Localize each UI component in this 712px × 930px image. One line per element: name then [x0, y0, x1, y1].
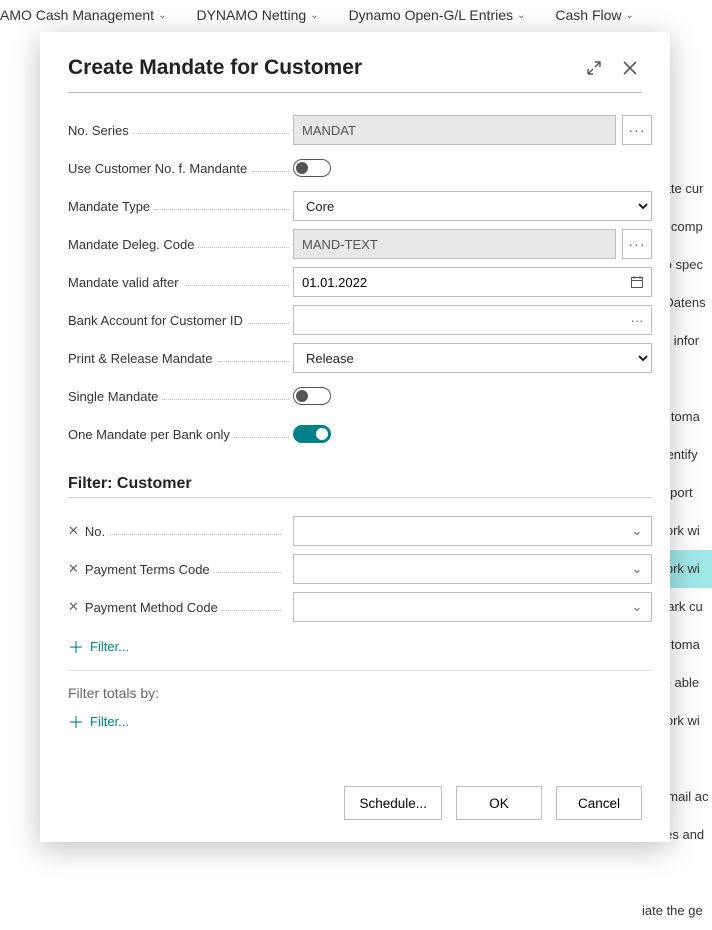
- field-deleg-code: Mandate Deleg. Code ···: [68, 225, 652, 263]
- chevron-down-icon: ⌄: [310, 10, 318, 21]
- filter-payment-terms-input[interactable]: [294, 555, 623, 583]
- label: Single Mandate: [68, 389, 162, 404]
- schedule-button[interactable]: Schedule...: [344, 786, 442, 820]
- field-bank-account: Bank Account for Customer ID ···: [68, 301, 652, 339]
- field-mandate-type: Mandate Type Core: [68, 187, 652, 225]
- field-use-customer-no: Use Customer No. f. Mandante: [68, 149, 652, 187]
- divider: [68, 670, 652, 671]
- label: Mandate Type: [68, 199, 154, 214]
- chevron-down-icon: ⌄: [158, 10, 166, 21]
- nav-label: Cash Flow: [555, 7, 621, 23]
- create-mandate-modal: Create Mandate for Customer No. Series ·…: [40, 32, 670, 842]
- plus-icon: ＋: [68, 709, 84, 733]
- field-no-series: No. Series ···: [68, 111, 652, 149]
- plus-icon: ＋: [68, 634, 84, 658]
- chevron-down-icon: ⌄: [517, 10, 525, 21]
- label: Payment Method Code: [85, 600, 222, 615]
- modal-body: No. Series ··· Use Customer No. f. Manda…: [40, 93, 670, 770]
- print-release-select[interactable]: Release: [293, 343, 652, 373]
- field-one-per-bank: One Mandate per Bank only: [68, 415, 652, 453]
- chevron-down-icon[interactable]: ⌄: [623, 517, 651, 545]
- bank-account-input[interactable]: [294, 306, 623, 334]
- cancel-button[interactable]: Cancel: [556, 786, 642, 820]
- filter-totals-label: Filter totals by:: [68, 685, 652, 701]
- filter-section-header: Filter: Customer: [68, 475, 652, 498]
- field-single-mandate: Single Mandate: [68, 377, 652, 415]
- modal-title: Create Mandate for Customer: [68, 56, 570, 80]
- label: Mandate valid after: [68, 275, 183, 290]
- use-customer-no-toggle[interactable]: [293, 159, 331, 177]
- nav-item-cash-management[interactable]: AMO Cash Management ⌄: [0, 6, 166, 24]
- chevron-down-icon[interactable]: ⌄: [623, 593, 651, 621]
- modal-footer: Schedule... OK Cancel: [40, 770, 670, 842]
- modal-header: Create Mandate for Customer: [40, 32, 670, 92]
- nav-item-cash-flow[interactable]: Cash Flow ⌄: [555, 6, 634, 24]
- label: Print & Release Mandate: [68, 351, 217, 366]
- single-mandate-toggle[interactable]: [293, 387, 331, 405]
- remove-filter-icon[interactable]: ✕: [68, 561, 79, 577]
- label: No.: [85, 524, 109, 539]
- background-nav: AMO Cash Management ⌄ DYNAMO Netting ⌄ D…: [0, 0, 712, 30]
- add-filter-label: Filter...: [90, 714, 129, 729]
- no-series-input[interactable]: [293, 115, 616, 145]
- label: Payment Terms Code: [85, 562, 214, 577]
- remove-filter-icon[interactable]: ✕: [68, 523, 79, 539]
- add-filter-label: Filter...: [90, 639, 129, 654]
- nav-label: DYNAMO Netting: [196, 7, 306, 23]
- expand-icon[interactable]: [582, 56, 606, 80]
- valid-after-input[interactable]: [294, 268, 623, 296]
- lookup-button[interactable]: ···: [622, 229, 652, 259]
- filter-no-input[interactable]: [294, 517, 623, 545]
- field-print-release: Print & Release Mandate Release: [68, 339, 652, 377]
- add-filter-link[interactable]: ＋ Filter...: [68, 634, 652, 658]
- chevron-down-icon[interactable]: ⌄: [623, 555, 651, 583]
- label: Mandate Deleg. Code: [68, 237, 198, 252]
- label: One Mandate per Bank only: [68, 427, 234, 442]
- mandate-type-select[interactable]: Core: [293, 191, 652, 221]
- label: Use Customer No. f. Mandante: [68, 161, 251, 176]
- nav-label: AMO Cash Management: [0, 7, 154, 23]
- add-totals-filter-link[interactable]: ＋ Filter...: [68, 709, 652, 733]
- ok-button[interactable]: OK: [456, 786, 542, 820]
- filter-payment-terms: ✕ Payment Terms Code ⌄: [68, 550, 652, 588]
- remove-filter-icon[interactable]: ✕: [68, 599, 79, 615]
- deleg-code-input[interactable]: [293, 229, 616, 259]
- filter-payment-method-input[interactable]: [294, 593, 623, 621]
- chevron-down-icon: ⌄: [626, 10, 634, 21]
- filter-no: ✕ No. ⌄: [68, 512, 652, 550]
- nav-item-netting[interactable]: DYNAMO Netting ⌄: [196, 6, 318, 24]
- one-per-bank-toggle[interactable]: [293, 425, 331, 443]
- filter-payment-method: ✕ Payment Method Code ⌄: [68, 588, 652, 626]
- label: No. Series: [68, 123, 133, 138]
- lookup-button[interactable]: ···: [622, 115, 652, 145]
- label: Bank Account for Customer ID: [68, 313, 247, 328]
- nav-item-open-gl[interactable]: Dynamo Open-G/L Entries ⌄: [349, 6, 526, 24]
- nav-label: Dynamo Open-G/L Entries: [349, 7, 513, 23]
- field-valid-after: Mandate valid after: [68, 263, 652, 301]
- lookup-button[interactable]: ···: [623, 306, 651, 334]
- close-icon[interactable]: [618, 56, 642, 80]
- calendar-icon[interactable]: [623, 268, 651, 296]
